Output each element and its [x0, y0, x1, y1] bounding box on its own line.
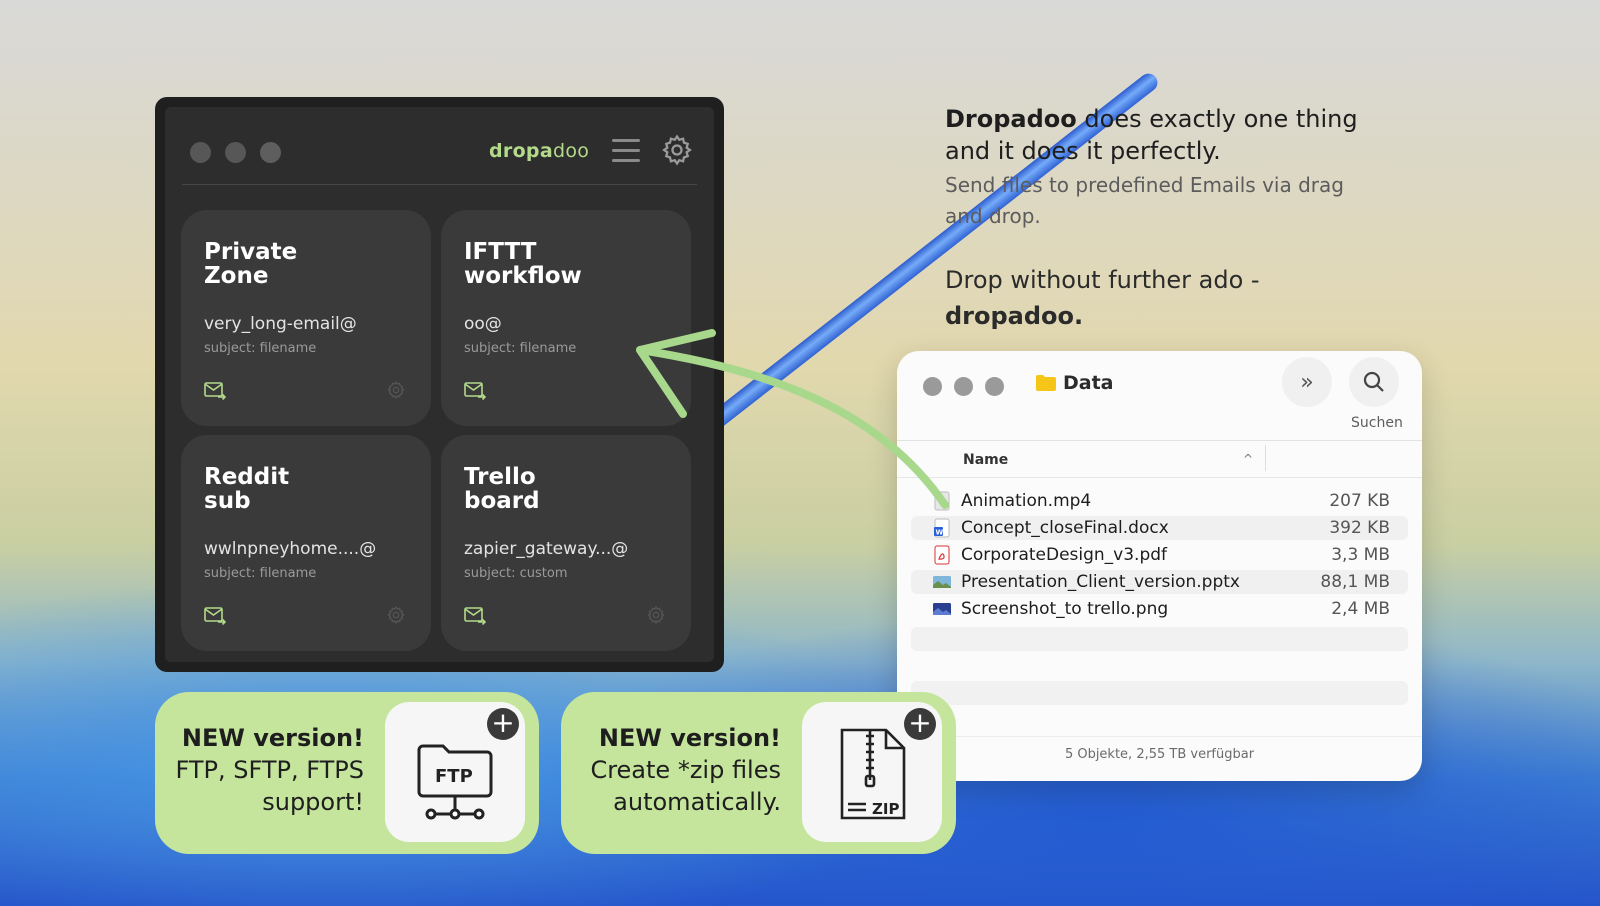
ftp-icon-label: FTP [435, 766, 473, 787]
ftp-icon: FTP [417, 744, 493, 820]
badge-text: NEW version! FTP, SFTP, FTPS support! [175, 722, 364, 818]
badge-title: NEW version! [181, 724, 364, 752]
badge-line2: automatically. [613, 788, 781, 816]
plus-icon: + [487, 708, 519, 740]
badge-line1: Create *zip files [590, 756, 781, 784]
zip-badge: NEW version! Create *zip files automatic… [561, 692, 956, 854]
badge-text: NEW version! Create *zip files automatic… [590, 722, 781, 818]
badge-line1: FTP, SFTP, FTPS [175, 756, 364, 784]
zip-icon-label: ZIP [872, 800, 899, 818]
ftp-badge: NEW version! FTP, SFTP, FTPS support! FT… [155, 692, 539, 854]
plus-icon: + [904, 708, 936, 740]
zip-file-icon: ZIP [840, 728, 906, 820]
badge-title: NEW version! [598, 724, 781, 752]
badge-line2: support! [262, 788, 364, 816]
